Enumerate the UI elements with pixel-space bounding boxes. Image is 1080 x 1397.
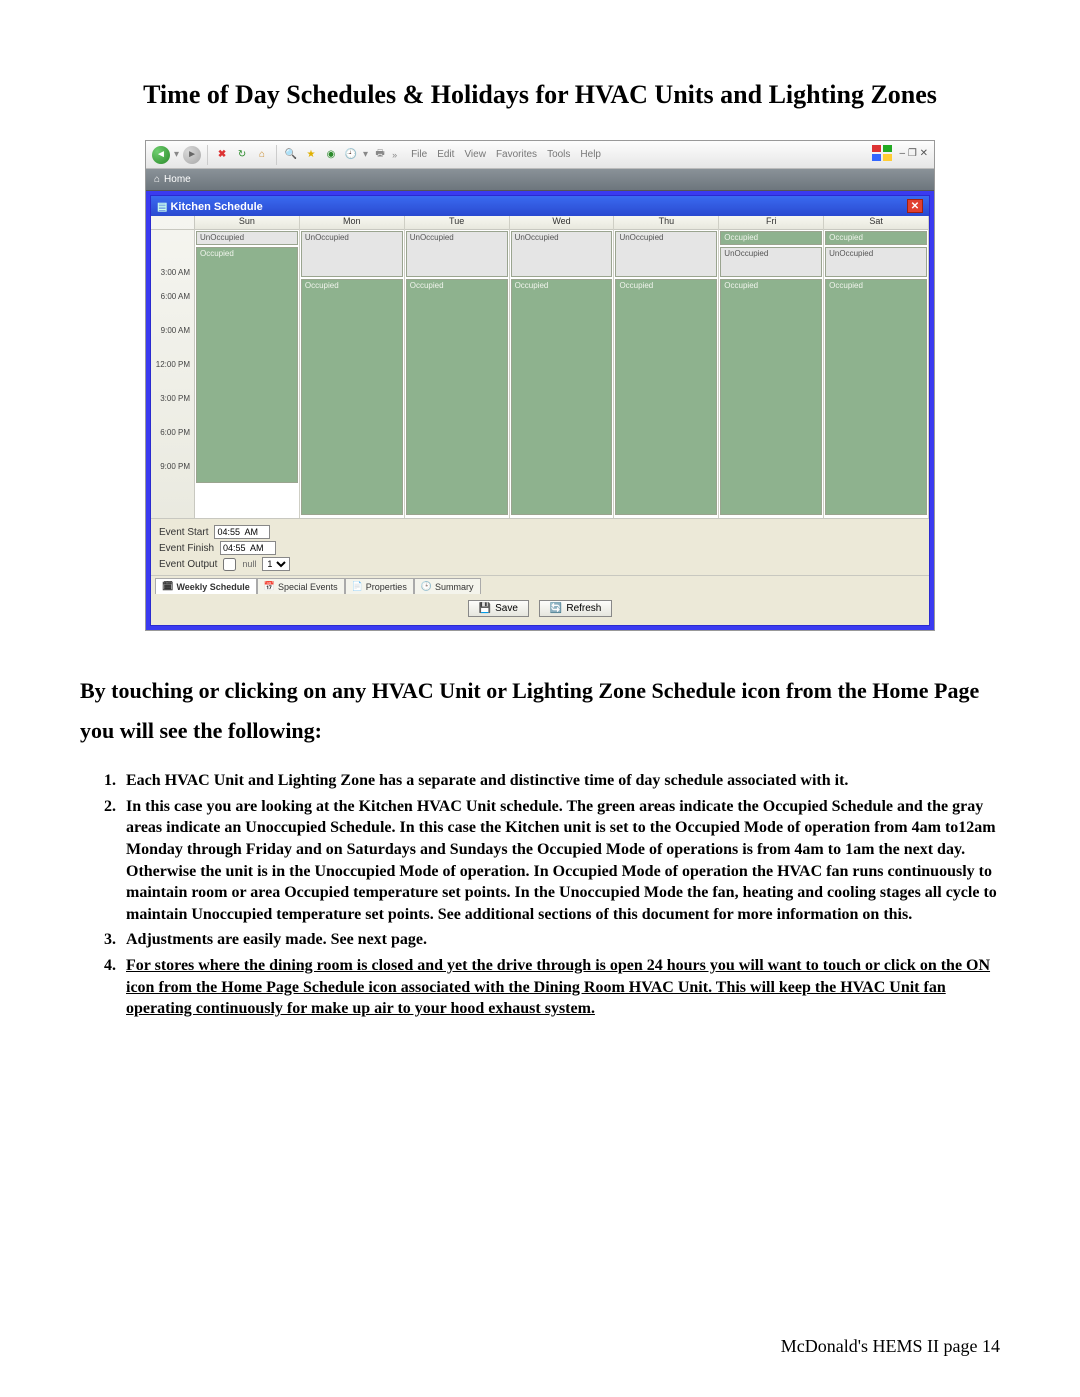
day-header: Tue: [405, 216, 509, 230]
print-icon[interactable]: 🖶: [372, 147, 388, 163]
event-output-select[interactable]: 1: [262, 557, 290, 571]
schedule-grid: 3:00 AM 6:00 AM 9:00 AM 12:00 PM 3:00 PM…: [151, 216, 929, 518]
cell-occupied[interactable]: Occupied: [720, 279, 822, 515]
page-footer: McDonald's HEMS II page 14: [781, 1336, 1000, 1357]
tab-home[interactable]: Home: [154, 174, 191, 185]
search-icon[interactable]: 🔍: [283, 147, 299, 163]
action-buttons: 💾Save 🔄Refresh: [151, 594, 929, 625]
close-icon[interactable]: ✕: [907, 199, 923, 213]
menu-view[interactable]: View: [464, 149, 486, 160]
instruction-list: Each HVAC Unit and Lighting Zone has a s…: [120, 770, 1000, 1020]
cell-occupied[interactable]: Occupied: [196, 247, 298, 483]
list-item: Adjustments are easily made. See next pa…: [120, 929, 1000, 951]
favorites-icon[interactable]: ★: [303, 147, 319, 163]
history-icon[interactable]: 🕘: [343, 147, 359, 163]
event-finish-label: Event Finish: [159, 543, 214, 554]
browser-toolbar: ◄ ▾ ► ✖ ↻ ⌂ 🔍 ★ ◉ 🕘 ▾ 🖶 » File Edit View…: [146, 141, 934, 169]
event-start-label: Event Start: [159, 527, 208, 538]
tab-properties[interactable]: 📄Properties: [345, 578, 414, 594]
day-header: Thu: [614, 216, 718, 230]
time-label: 6:00 PM: [151, 416, 194, 450]
refresh-button[interactable]: 🔄Refresh: [539, 600, 612, 617]
tab-weekly-schedule[interactable]: 🗓Weekly Schedule: [155, 578, 257, 594]
windows-flag-icon: [872, 145, 892, 161]
day-header: Mon: [300, 216, 404, 230]
list-item: Each HVAC Unit and Lighting Zone has a s…: [120, 770, 1000, 792]
event-controls: Event Start Event Finish Event Output nu…: [151, 518, 929, 575]
schedule-tabs: 🗓Weekly Schedule 📅Special Events 📄Proper…: [151, 575, 929, 594]
forward-icon[interactable]: ►: [183, 146, 201, 164]
event-icon: 📅: [264, 581, 275, 592]
day-col-sun[interactable]: Sun UnOccupied Occupied: [195, 216, 300, 518]
cell-unoccupied[interactable]: UnOccupied: [196, 231, 298, 245]
window-title-text: Kitchen Schedule: [170, 201, 262, 213]
disk-icon: 💾: [479, 603, 491, 614]
refresh2-icon: 🔄: [550, 603, 562, 614]
save-button[interactable]: 💾Save: [468, 600, 529, 617]
day-col-mon[interactable]: Mon UnOccupied Occupied: [300, 216, 405, 518]
day-col-wed[interactable]: Wed UnOccupied Occupied: [510, 216, 615, 518]
cell-unoccupied[interactable]: UnOccupied: [615, 231, 717, 277]
time-label: 3:00 AM: [151, 230, 194, 280]
stop-icon[interactable]: ✖: [214, 147, 230, 163]
day-header: Fri: [719, 216, 823, 230]
time-label: 6:00 AM: [151, 280, 194, 314]
event-output-label: Event Output: [159, 559, 217, 570]
back-icon[interactable]: ◄: [152, 146, 170, 164]
browser-menu[interactable]: File Edit View Favorites Tools Help: [411, 149, 601, 160]
cell-occupied[interactable]: Occupied: [825, 279, 927, 515]
cell-occupied[interactable]: Occupied: [511, 279, 613, 515]
browser-tabstrip: Home: [146, 169, 934, 191]
list-item: For stores where the dining room is clos…: [120, 955, 1000, 1020]
cell-unoccupied[interactable]: UnOccupied: [301, 231, 403, 277]
cell-unoccupied[interactable]: UnOccupied: [825, 247, 927, 277]
screenshot-panel: ◄ ▾ ► ✖ ↻ ⌂ 🔍 ★ ◉ 🕘 ▾ 🖶 » File Edit View…: [145, 140, 935, 631]
time-label: 9:00 AM: [151, 314, 194, 348]
time-label: 3:00 PM: [151, 382, 194, 416]
menu-file[interactable]: File: [411, 149, 427, 160]
lead-paragraph: By touching or clicking on any HVAC Unit…: [80, 671, 1000, 750]
cell-unoccupied[interactable]: UnOccupied: [511, 231, 613, 277]
menu-help[interactable]: Help: [580, 149, 601, 160]
day-header: Wed: [510, 216, 614, 230]
day-header: Sat: [824, 216, 928, 230]
time-label: 12:00 PM: [151, 348, 194, 382]
event-output-check-text: null: [242, 559, 256, 569]
cell-occupied[interactable]: Occupied: [301, 279, 403, 515]
event-start-input[interactable]: [214, 525, 270, 539]
home-icon[interactable]: ⌂: [254, 147, 270, 163]
time-label: 9:00 PM: [151, 450, 194, 484]
tab-special-events[interactable]: 📅Special Events: [257, 578, 345, 594]
calendar-icon: 🗓: [162, 581, 173, 592]
menu-tools[interactable]: Tools: [547, 149, 570, 160]
list-item: In this case you are looking at the Kitc…: [120, 796, 1000, 926]
day-col-fri[interactable]: Fri Occupied UnOccupied Occupied: [719, 216, 824, 518]
menu-edit[interactable]: Edit: [437, 149, 454, 160]
day-col-tue[interactable]: Tue UnOccupied Occupied: [405, 216, 510, 518]
cell-unoccupied[interactable]: UnOccupied: [720, 247, 822, 277]
day-col-sat[interactable]: Sat Occupied UnOccupied Occupied: [824, 216, 929, 518]
doc-icon: 📄: [352, 581, 363, 592]
event-output-checkbox[interactable]: [223, 558, 236, 571]
cell-occupied[interactable]: Occupied: [720, 231, 822, 245]
event-finish-input[interactable]: [220, 541, 276, 555]
time-axis: 3:00 AM 6:00 AM 9:00 AM 12:00 PM 3:00 PM…: [151, 216, 195, 518]
cell-unoccupied[interactable]: UnOccupied: [406, 231, 508, 277]
tab-summary[interactable]: 🕒Summary: [414, 578, 481, 594]
cell-occupied[interactable]: Occupied: [615, 279, 717, 515]
menu-favorites[interactable]: Favorites: [496, 149, 537, 160]
day-col-thu[interactable]: Thu UnOccupied Occupied: [614, 216, 719, 518]
day-header: Sun: [195, 216, 299, 230]
page-title: Time of Day Schedules & Holidays for HVA…: [80, 80, 1000, 110]
window-titlebar: Kitchen Schedule ✕: [151, 196, 929, 216]
window-controls[interactable]: – ❐ ✕: [900, 148, 928, 159]
cell-occupied[interactable]: Occupied: [825, 231, 927, 245]
cell-occupied[interactable]: Occupied: [406, 279, 508, 515]
refresh-icon[interactable]: ↻: [234, 147, 250, 163]
media-icon[interactable]: ◉: [323, 147, 339, 163]
clock-icon: 🕒: [421, 581, 432, 592]
